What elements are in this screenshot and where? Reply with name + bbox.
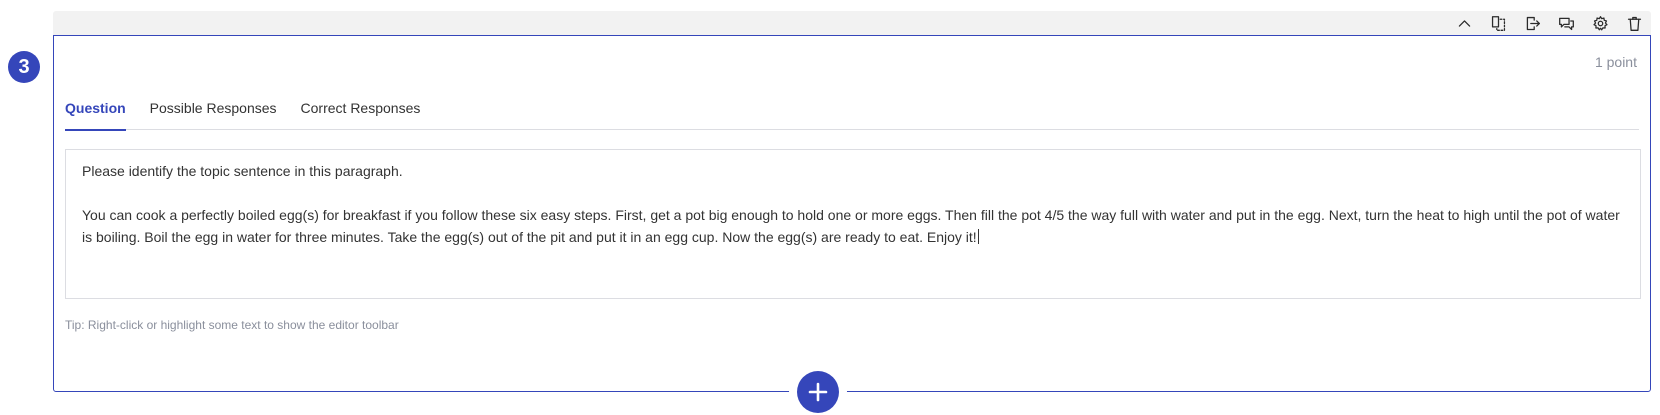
question-toolbar <box>53 11 1651 35</box>
add-question-button[interactable] <box>797 371 839 413</box>
editor-paragraph: You can cook a perfectly boiled egg(s) f… <box>82 204 1624 248</box>
chevron-up-icon[interactable] <box>1453 13 1475 33</box>
editor-paragraph-text: You can cook a perfectly boiled egg(s) f… <box>82 207 1620 245</box>
move-icon[interactable] <box>1521 13 1543 33</box>
question-number-badge: 3 <box>8 51 40 83</box>
plus-icon <box>808 382 828 402</box>
comment-icon[interactable] <box>1555 13 1577 33</box>
points-label: 1 point <box>1594 54 1637 70</box>
editor-prompt: Please identify the topic sentence in th… <box>82 163 403 179</box>
editor-tip: Tip: Right-click or highlight some text … <box>65 318 399 332</box>
question-editor[interactable]: Please identify the topic sentence in th… <box>65 149 1641 299</box>
text-caret <box>977 229 979 244</box>
question-card: 1 point Question Possible Responses Corr… <box>53 35 1651 392</box>
tab-correct-responses[interactable]: Correct Responses <box>301 100 421 130</box>
trash-icon[interactable] <box>1623 13 1645 33</box>
question-tabs: Question Possible Responses Correct Resp… <box>65 100 1639 131</box>
duplicate-icon[interactable] <box>1487 13 1509 33</box>
tab-possible-responses[interactable]: Possible Responses <box>150 100 277 130</box>
gear-icon[interactable] <box>1589 13 1611 33</box>
tab-question[interactable]: Question <box>65 100 126 131</box>
toolbar-icons <box>1453 13 1645 33</box>
